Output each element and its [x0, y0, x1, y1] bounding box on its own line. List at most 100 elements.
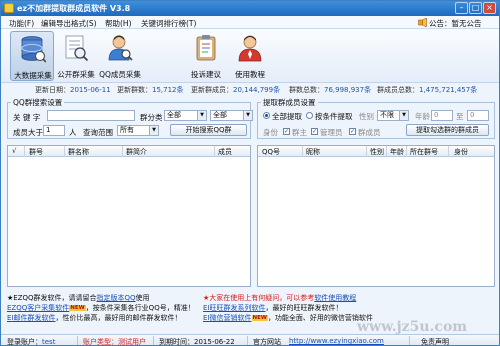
- menu-export-format[interactable]: 编辑导出格式(S): [41, 18, 97, 29]
- tool-label: 使用教程: [235, 70, 265, 79]
- group-table-header: √ 群号 群名称 群简介 成员: [8, 146, 250, 157]
- column-group-name[interactable]: 群名称: [68, 147, 89, 157]
- status-bar: 登录账户：test 账户类型：测试用户 到期时间：2015-06-22 官方网站…: [1, 334, 499, 346]
- menu-bar: 功能(F) 编辑导出格式(S) 帮助(H) 关键词排行榜(T) 公告：暂无公告: [1, 16, 499, 29]
- promo-link-qq-version[interactable]: 指定版本QQ: [97, 294, 136, 302]
- column-qq-number[interactable]: QQ号: [262, 147, 280, 157]
- menu-help[interactable]: 帮助(H): [105, 18, 132, 29]
- column-role[interactable]: 身份: [454, 147, 468, 157]
- stats-bar: 更新日期：2015-06-11 更新群数：15,712条 更新群成员：20,14…: [1, 84, 499, 95]
- role-owner-label: 群主: [292, 128, 307, 137]
- keyword-input[interactable]: [47, 110, 135, 121]
- promo-line-6: EI微信营销软件NEW，功能全面、好用的微信营销软件: [203, 314, 373, 322]
- menu-function[interactable]: 功能(F): [9, 18, 34, 29]
- tool-label: 大数据采集: [14, 71, 52, 80]
- members-gt-input[interactable]: 1: [43, 125, 65, 136]
- role-label: 身份: [263, 128, 278, 137]
- column-group-id[interactable]: 所在群号: [410, 147, 438, 157]
- column-check[interactable]: √: [12, 147, 16, 155]
- column-group-intro[interactable]: 群简介: [126, 147, 147, 157]
- age-label: 年龄: [415, 112, 430, 121]
- extract-all-radio[interactable]: [263, 112, 270, 119]
- total-members: 群成员总数：1,475,721,457条: [377, 86, 478, 94]
- login-account: 登录账户：test: [7, 338, 56, 346]
- close-button[interactable]: ×: [483, 2, 496, 14]
- gender-label: 性别: [359, 112, 374, 121]
- user-tutorial-icon: [238, 35, 262, 62]
- column-member-count[interactable]: 成员: [218, 147, 232, 157]
- extract-condition-label: 按条件提取: [315, 112, 353, 121]
- user-search-icon: [108, 35, 133, 61]
- column-age[interactable]: 年龄: [390, 147, 404, 157]
- promo-link-customer-collect[interactable]: EZQQ客户采集软件: [7, 304, 69, 312]
- category-select-primary[interactable]: 全部 ▼: [164, 110, 207, 121]
- watermark: www.jz5u.com: [357, 319, 468, 335]
- disclaimer-link[interactable]: 免责声明: [421, 337, 449, 345]
- updated-groups: 更新群数：15,712条: [117, 86, 184, 94]
- tool-label: 投诉建议: [191, 70, 221, 79]
- chevron-down-icon: ▼: [197, 111, 206, 120]
- role-member-label: 群成员: [358, 128, 381, 137]
- group-results-table[interactable]: √ 群号 群名称 群简介 成员: [7, 145, 251, 287]
- promo-link-email-sender[interactable]: EI邮件群发软件: [7, 314, 56, 322]
- minimize-button[interactable]: –: [455, 2, 468, 14]
- announcement-text[interactable]: 公告：暂无公告: [429, 18, 482, 29]
- total-groups: 群数总数：76,998,937条: [289, 86, 372, 94]
- chevron-down-icon: ▼: [399, 111, 408, 120]
- app-window: ez不加群提取群成员软件 V3.8 – □ × 功能(F) 编辑导出格式(S) …: [0, 0, 500, 346]
- new-badge: NEW: [69, 305, 86, 311]
- promo-link-tutorial[interactable]: 软件使用教程: [314, 294, 356, 302]
- start-search-button[interactable]: 开始搜索QQ群: [170, 124, 247, 136]
- role-owner-checkbox[interactable]: ✓: [283, 128, 290, 135]
- new-badge: NEW: [251, 315, 268, 321]
- title-bar: ez不加群提取群成员软件 V3.8 – □ ×: [1, 1, 499, 16]
- official-site-label: 官方网站: [253, 338, 281, 346]
- search-settings-title: QQ群搜索设置: [11, 97, 65, 108]
- member-results-table[interactable]: QQ号 昵称 性别 年龄 所在群号 身份: [257, 145, 495, 287]
- column-gender[interactable]: 性别: [370, 147, 384, 157]
- promo-line-4: ★大家在使用上有何疑问，可以参考软件使用教程: [203, 294, 357, 302]
- promo-line-5: EI旺旺群发系列软件，最好的旺旺群发软件！: [203, 304, 343, 312]
- menu-keyword-ranking[interactable]: 关键词排行榜(T): [141, 18, 196, 29]
- age-from-input[interactable]: 0: [431, 110, 453, 121]
- scope-select[interactable]: 所有 ▼: [117, 125, 159, 136]
- role-admin-label: 管理员: [320, 128, 343, 137]
- account-type: 账户类型：测试用户: [83, 338, 146, 346]
- scope-label: 查询范围: [83, 128, 113, 137]
- extract-settings-title: 提取群成员设置: [261, 97, 318, 108]
- document-search-icon: [65, 35, 89, 62]
- official-site-link[interactable]: http://www.ezyingxiao.com: [289, 337, 384, 345]
- member-table-header: QQ号 昵称 性别 年龄 所在群号 身份: [258, 146, 494, 157]
- age-to-input[interactable]: 0: [467, 110, 489, 121]
- promo-line-3: EI邮件群发软件，性价比最高，最好用的邮件群发软件！: [7, 314, 182, 322]
- category-select-secondary[interactable]: 全部 ▼: [210, 110, 253, 121]
- clipboard-icon: [196, 35, 216, 61]
- maximize-button[interactable]: □: [469, 2, 482, 14]
- tool-public-group-collect[interactable]: 公开群采集: [54, 31, 98, 81]
- role-admin-checkbox[interactable]: ✓: [311, 128, 318, 135]
- extract-condition-radio[interactable]: [306, 112, 313, 119]
- promo-link-wechat[interactable]: EI微信营销软件: [203, 314, 252, 322]
- window-title: ez不加群提取群成员软件 V3.8: [17, 4, 131, 13]
- column-nickname[interactable]: 昵称: [306, 147, 320, 157]
- promo-line-1: ★EZQQ群发软件，请请留合指定版本QQ使用: [7, 294, 150, 302]
- category-label: 群分类: [140, 113, 163, 122]
- promo-link-wangwang[interactable]: EI旺旺群发系列软件: [203, 304, 266, 312]
- toolbar: 大数据采集 公开群采集 QQ成员采集 投诉建议 使用教程: [1, 29, 499, 83]
- gender-select[interactable]: 不限 ▼: [377, 110, 409, 121]
- tool-qq-member-collect[interactable]: QQ成员采集: [98, 31, 142, 81]
- extract-members-button[interactable]: 提取勾选群的群成员: [406, 124, 489, 136]
- members-gt-label: 成员大于: [13, 128, 43, 137]
- role-member-checkbox[interactable]: ✓: [349, 128, 356, 135]
- chevron-down-icon: ▼: [149, 126, 158, 135]
- tool-label: 公开群采集: [57, 70, 95, 79]
- updated-members: 更新群成员：20,144,799条: [191, 86, 281, 94]
- members-unit-label: 人: [69, 128, 77, 137]
- tool-complaint-suggestion[interactable]: 投诉建议: [184, 31, 228, 81]
- tool-big-data-collect[interactable]: 大数据采集: [10, 31, 54, 81]
- tool-tutorial[interactable]: 使用教程: [228, 31, 272, 81]
- announcement-icon: [418, 18, 427, 27]
- column-group-number[interactable]: 群号: [29, 147, 43, 157]
- chevron-down-icon: ▼: [243, 111, 252, 120]
- update-date: 更新日期：2015-06-11: [35, 86, 111, 94]
